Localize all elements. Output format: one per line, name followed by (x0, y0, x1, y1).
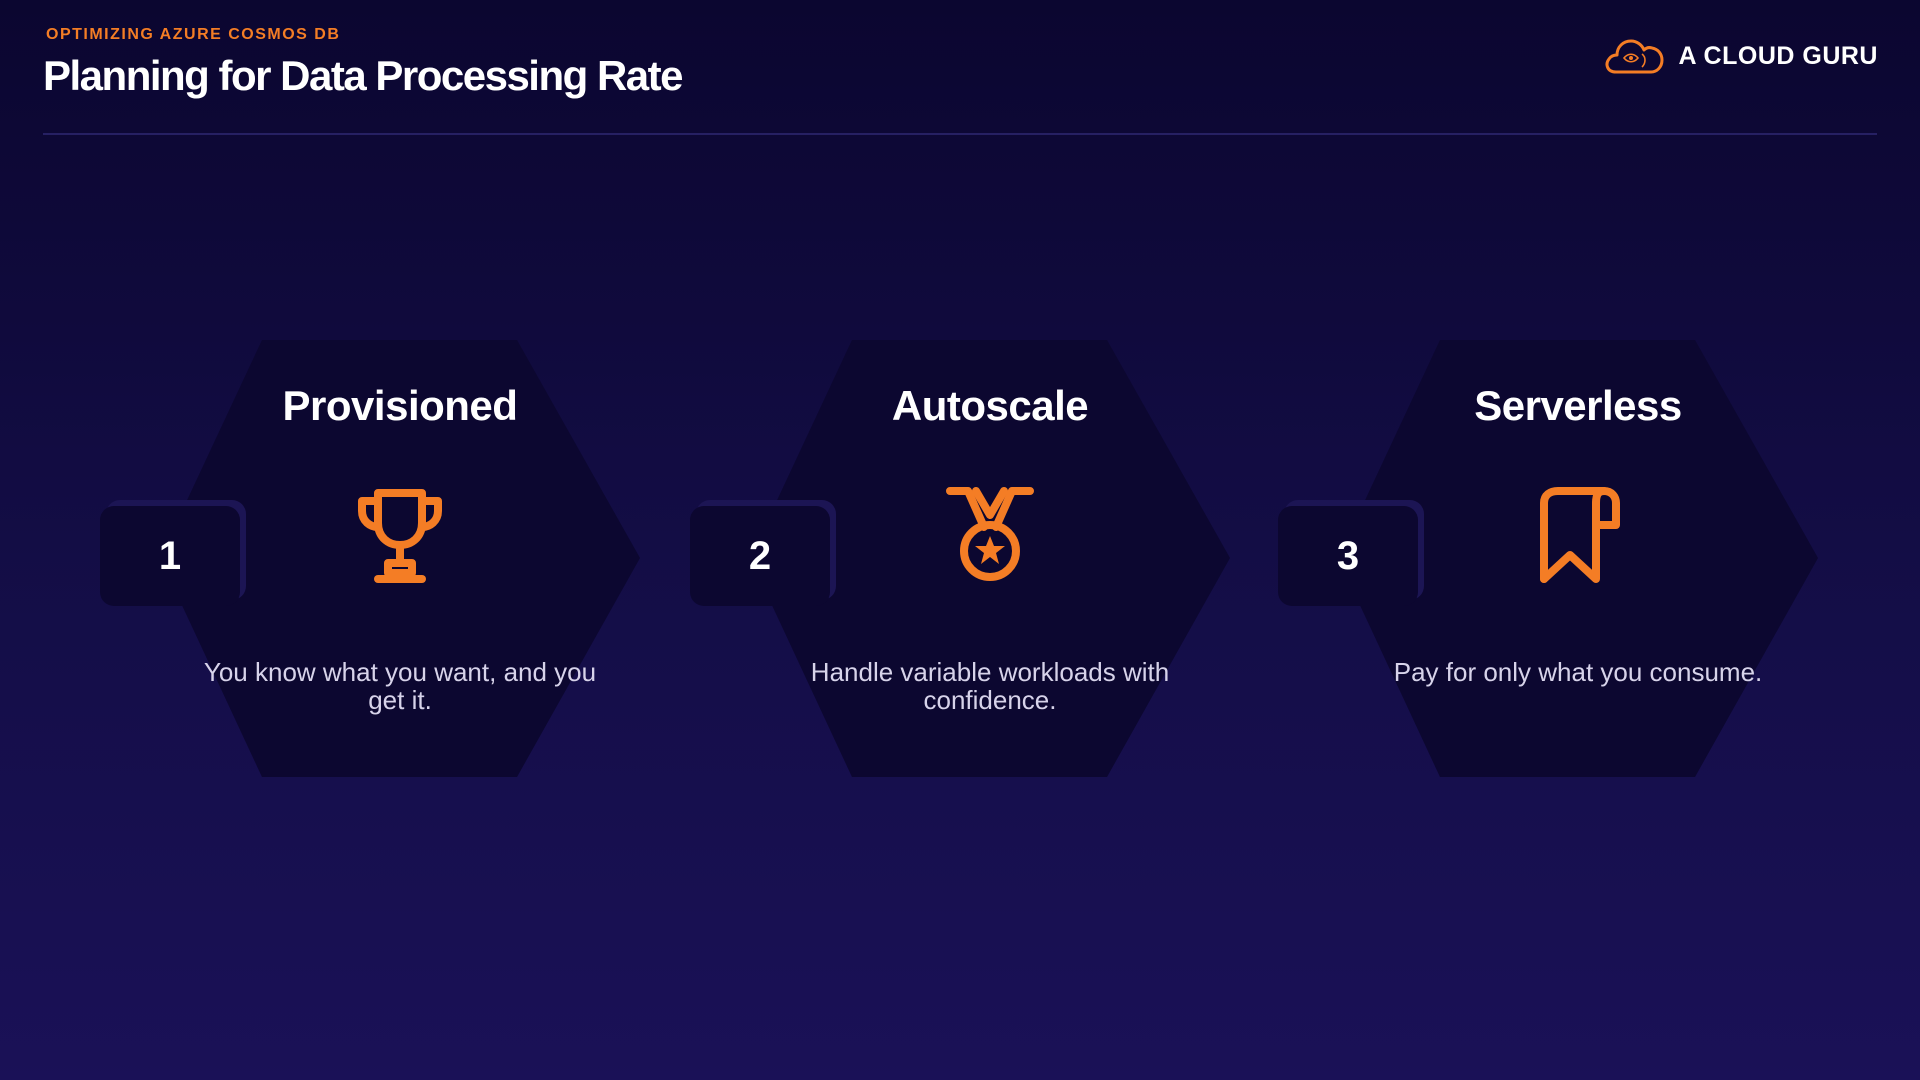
brand-logo: A CLOUD GURU (1602, 36, 1878, 76)
card-title: Serverless (1474, 382, 1682, 429)
cloud-icon (1606, 39, 1664, 74)
card-description: Handle variable workloads with confidenc… (810, 657, 1170, 715)
page-title: Planning for Data Processing Rate (43, 52, 684, 99)
card-description: Pay for only what you consume. (1393, 657, 1763, 687)
brand-name: A CLOUD GURU (1678, 41, 1878, 70)
card-autoscale: Autoscale Handle variable workloads with… (690, 340, 1230, 777)
medal-icon (946, 487, 1034, 581)
number-badge: 3 (1278, 506, 1418, 606)
bookmark-icon (1540, 487, 1620, 583)
number-badge: 1 (100, 506, 240, 606)
card-title: Autoscale (891, 382, 1089, 429)
card-serverless: Serverless Pay for only what you consume… (1278, 340, 1818, 777)
header-divider (43, 133, 1877, 135)
card-description: You know what you want, and you get it. (203, 657, 597, 715)
header-eyebrow: OPTIMIZING AZURE COSMOS DB (46, 26, 341, 43)
number-badge: 2 (690, 506, 830, 606)
trophy-icon (358, 489, 442, 583)
card-title: Provisioned (282, 382, 518, 429)
card-provisioned: Provisioned You know what you want, and … (100, 340, 640, 777)
